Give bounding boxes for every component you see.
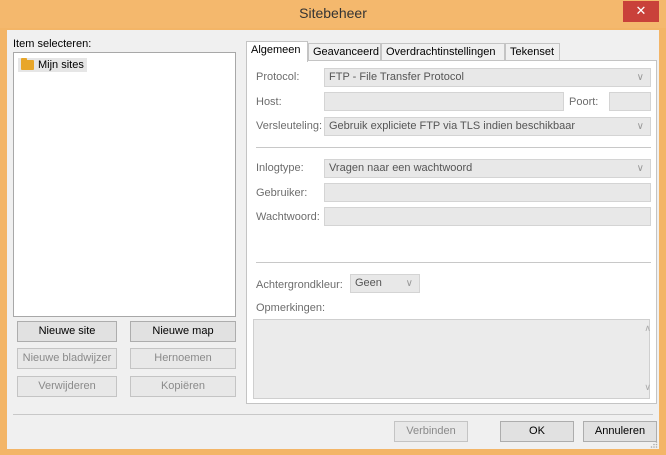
background-color-label: Achtergrondkleur: (256, 279, 343, 291)
window-title: Sitebeheer (299, 5, 367, 21)
new-site-button[interactable]: Nieuwe site (17, 321, 117, 342)
logon-type-label: Inlogtype: (256, 162, 304, 174)
folder-icon (21, 58, 34, 70)
logon-type-select[interactable]: Vragen naar een wachtwoord ∨ (324, 159, 651, 178)
tree-item-my-sites[interactable]: Mijn sites (18, 58, 87, 72)
tab-transfer-settings[interactable]: Overdrachtinstellingen (381, 43, 505, 61)
copy-button[interactable]: Kopiëren (130, 376, 236, 397)
chevron-down-icon: ∨ (405, 278, 413, 289)
tree-item-label: Mijn sites (38, 59, 84, 71)
encryption-select[interactable]: Gebruik expliciete FTP via TLS indien be… (324, 117, 651, 136)
encryption-value: Gebruik expliciete FTP via TLS indien be… (329, 120, 575, 132)
protocol-value: FTP - File Transfer Protocol (329, 71, 464, 83)
connect-button[interactable]: Verbinden (394, 421, 468, 442)
user-label: Gebruiker: (256, 187, 308, 199)
logon-type-value: Vragen naar een wachtwoord (329, 162, 473, 174)
new-bookmark-button[interactable]: Nieuwe bladwijzer (17, 348, 117, 369)
select-entry-label: Item selecteren: (13, 38, 92, 50)
cancel-button[interactable]: Annuleren (583, 421, 657, 442)
protocol-select[interactable]: FTP - File Transfer Protocol ∨ (324, 68, 651, 87)
title-bar[interactable]: Sitebeheer ✕ (0, 0, 666, 28)
rename-button[interactable]: Hernoemen (130, 348, 236, 369)
resize-grip-icon[interactable] (650, 440, 658, 448)
password-label: Wachtwoord: (256, 211, 320, 223)
general-tab-panel: Protocol: FTP - File Transfer Protocol ∨… (246, 60, 657, 404)
host-label: Host: (256, 96, 282, 108)
ok-button[interactable]: OK (500, 421, 574, 442)
encryption-label: Versleuteling: (256, 120, 323, 132)
password-input[interactable] (324, 207, 651, 226)
tab-charset[interactable]: Tekenset (505, 43, 560, 61)
comments-label: Opmerkingen: (256, 302, 326, 314)
close-button[interactable]: ✕ (623, 1, 659, 22)
tab-general[interactable]: Algemeen (246, 41, 308, 62)
comments-textarea[interactable] (253, 319, 650, 399)
chevron-down-icon: ∨ (636, 121, 644, 132)
background-color-value: Geen (355, 277, 382, 289)
new-folder-button[interactable]: Nieuwe map (130, 321, 236, 342)
dialog-client-area: Item selecteren: Mijn sites Nieuwe site … (7, 30, 659, 449)
site-tree[interactable]: Mijn sites (13, 52, 236, 317)
chevron-down-icon: ∨ (636, 72, 644, 83)
footer-divider (13, 414, 653, 415)
chevron-down-icon[interactable]: ∨ (644, 382, 651, 393)
background-color-select[interactable]: Geen ∨ (350, 274, 420, 293)
port-input[interactable] (609, 92, 651, 111)
host-input[interactable] (324, 92, 564, 111)
tab-advanced[interactable]: Geavanceerd (308, 43, 381, 61)
section-divider (256, 147, 651, 148)
chevron-down-icon: ∨ (636, 163, 644, 174)
protocol-label: Protocol: (256, 71, 300, 83)
user-input[interactable] (324, 183, 651, 202)
port-label: Poort: (569, 96, 599, 108)
chevron-up-icon[interactable]: ∧ (644, 323, 651, 334)
site-manager-window: Sitebeheer ✕ Item selecteren: Mijn sites… (0, 0, 666, 455)
section-divider (256, 262, 651, 263)
delete-button[interactable]: Verwijderen (17, 376, 117, 397)
